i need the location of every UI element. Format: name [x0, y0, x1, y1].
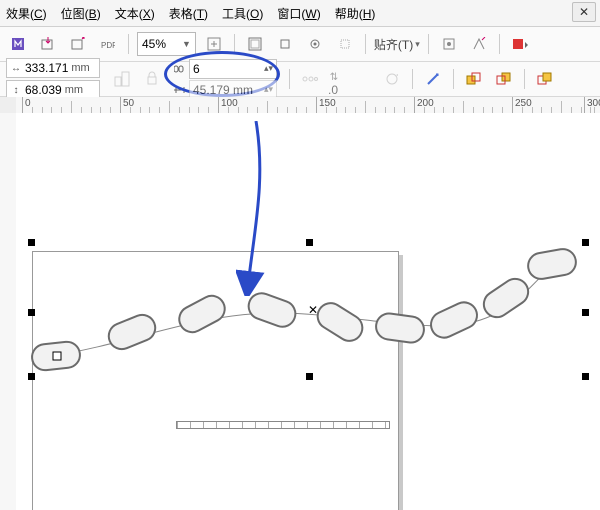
zoom-fit-button[interactable]: [202, 32, 226, 56]
ruler-horizontal[interactable]: 0 50 100 150 200 250 300: [16, 97, 600, 114]
unit-label: mm: [71, 62, 89, 74]
options-button[interactable]: [437, 32, 461, 56]
separator: [499, 34, 500, 54]
full-screen-button[interactable]: [243, 32, 267, 56]
selection-handle[interactable]: [306, 373, 313, 380]
close-button[interactable]: ✕: [572, 2, 596, 22]
separator: [365, 34, 366, 54]
stepper-icon: ▴▾: [264, 63, 273, 74]
menu-table[interactable]: 表格(T): [169, 5, 208, 22]
scale-steppers: ⇅ .0: [328, 71, 374, 87]
export-button[interactable]: [66, 32, 90, 56]
selection-handle[interactable]: [582, 309, 589, 316]
convert-curve-button[interactable]: [533, 67, 557, 91]
distribute-button[interactable]: [298, 67, 322, 91]
selection-handle[interactable]: [28, 239, 35, 246]
ruler-tick: 50: [120, 97, 121, 113]
canvas-area: 0 50 100 150 200 250 300: [0, 97, 600, 510]
separator: [453, 69, 454, 89]
toolbar-main: PDF 45% ▼ 贴齐(T) ▾: [0, 27, 600, 62]
selection-handle[interactable]: [28, 373, 35, 380]
ruler-tick-label: 50: [123, 98, 134, 109]
show-rulers-button[interactable]: [303, 32, 327, 56]
scale-y-field[interactable]: ⇅ .0: [328, 71, 374, 87]
menu-help[interactable]: 帮助(H): [335, 5, 376, 22]
ruler-tick-label: 150: [319, 98, 336, 109]
separator: [428, 34, 429, 54]
snap-to-dropdown[interactable]: 贴齐(T) ▾: [374, 36, 420, 53]
macro-manager-button[interactable]: [6, 32, 30, 56]
snap-label: 贴齐(T): [374, 36, 413, 53]
width-value: 333.171: [25, 61, 68, 75]
separator: [524, 69, 525, 89]
chevron-down-icon: ▼: [182, 39, 191, 49]
y-scale-icon: ⇅: [328, 71, 340, 83]
ruler-tick-label: 250: [515, 98, 532, 109]
width-icon: ↔: [10, 62, 22, 74]
object-size-group: ↔ 333.171 mm ↕ 68.039 mm: [6, 58, 100, 100]
show-grid-button[interactable]: [333, 32, 357, 56]
selection-handle[interactable]: [582, 373, 589, 380]
spray-settings-group: 6 ▴▾ 45.179 mm ▴▾: [170, 57, 281, 102]
menu-text[interactable]: 文本(X): [115, 5, 155, 22]
ruler-tick-label: 200: [417, 98, 434, 109]
ruler-object: [176, 421, 390, 429]
fill-color-button[interactable]: [508, 32, 532, 56]
scale-proportional-button: [110, 67, 134, 91]
separator: [128, 34, 129, 54]
to-front-button[interactable]: [462, 67, 486, 91]
zoom-value: 45%: [142, 37, 180, 51]
spray-count-icon: [174, 63, 186, 75]
drawing-stage[interactable]: ✕: [16, 113, 600, 510]
height-value: 68.039: [25, 83, 62, 97]
separator: [234, 34, 235, 54]
ruler-tick-label: 0: [25, 98, 31, 109]
ruler-vertical[interactable]: [0, 113, 17, 510]
menu-window[interactable]: 窗口(W): [277, 5, 320, 22]
ruler-tick: 250: [512, 97, 513, 113]
rotate-button[interactable]: [380, 67, 404, 91]
ruler-tick: 0: [22, 97, 23, 113]
height-icon: ↕: [10, 84, 22, 96]
menu-tools[interactable]: 工具(O): [222, 5, 263, 22]
chevron-down-icon: ▾: [415, 39, 420, 50]
ruler-tick: 150: [316, 97, 317, 113]
stepper-icon: ▴▾: [264, 84, 273, 95]
spray-count-field[interactable]: 6 ▴▾: [189, 59, 277, 79]
publish-pdf-button[interactable]: PDF: [96, 32, 120, 56]
ruler-tick: 300: [584, 97, 585, 113]
selection-center-marker[interactable]: ✕: [308, 305, 318, 315]
object-width-field[interactable]: ↔ 333.171 mm: [6, 58, 100, 78]
selection-handle[interactable]: [582, 239, 589, 246]
ruler-tick: 200: [414, 97, 415, 113]
separator: [289, 69, 290, 89]
import-button[interactable]: [36, 32, 60, 56]
spray-spacing-value: 45.179 mm: [193, 83, 253, 97]
menu-bitmap[interactable]: 位图(B): [61, 5, 101, 22]
close-icon: ✕: [579, 5, 589, 19]
ruler-tick-label: 100: [221, 98, 238, 109]
ruler-tick: 100: [218, 97, 219, 113]
spray-count-value: 6: [193, 62, 200, 76]
selection-handle[interactable]: [28, 309, 35, 316]
spray-spacing-icon: [174, 84, 186, 96]
scale-y-value: .0: [328, 83, 338, 97]
clear-transform-button[interactable]: [421, 67, 445, 91]
menu-effects[interactable]: 效果(C): [6, 5, 47, 22]
launch-button[interactable]: [467, 32, 491, 56]
to-back-button[interactable]: [492, 67, 516, 91]
menu-bar: 效果(C) 位图(B) 文本(X) 表格(T) 工具(O) 窗口(W) 帮助(H…: [0, 0, 600, 27]
zoom-combo[interactable]: 45% ▼: [137, 32, 196, 56]
property-bar: ↔ 333.171 mm ↕ 68.039 mm 6 ▴▾ 4: [0, 62, 600, 97]
unit-label: mm: [65, 84, 83, 96]
ruler-origin[interactable]: [0, 97, 17, 114]
separator: [412, 69, 413, 89]
selection-handle[interactable]: [306, 239, 313, 246]
svg-text:PDF: PDF: [101, 41, 115, 50]
lock-ratio-button: [140, 67, 164, 91]
preview-button[interactable]: [273, 32, 297, 56]
